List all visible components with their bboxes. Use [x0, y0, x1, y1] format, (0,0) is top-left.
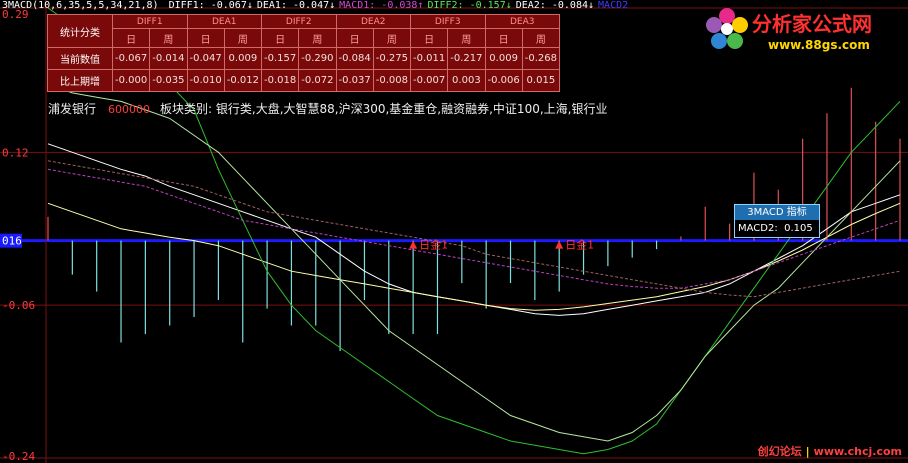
- group-header: DEA2: [335, 14, 411, 29]
- flower-logo-icon: [706, 8, 748, 49]
- tooltip-row: MACD2: 0.105: [735, 220, 819, 237]
- subheader-cell: 周: [223, 28, 263, 48]
- logo-brand: 分析家公式网: [752, 12, 872, 36]
- subheader-row: 日周日周日周日周日周日周: [48, 28, 561, 48]
- table-row: 当前数值 -0.067 -0.014 -0.047 0.009 -0.157 -0.290-…: [47, 47, 561, 70]
- table-cell: -0.290: [298, 47, 337, 70]
- y-tick-label: -0.06: [2, 299, 35, 312]
- logo-url: www.88gs.com: [768, 38, 870, 52]
- y-tick-label: -0.24: [2, 450, 35, 463]
- table-cell: -0.275: [372, 47, 412, 70]
- stock-code: 600000: [108, 103, 151, 116]
- table-cell: -0.006: [484, 69, 523, 92]
- signal-label: 日金1: [565, 238, 594, 252]
- subheader-cell: 周: [298, 28, 337, 48]
- table-row: 比上期增 -0.000 -0.035 -0.010 -0.012 -0.018 -0.072…: [47, 69, 561, 92]
- site-logo: 分析家公式网 www.88gs.com: [704, 2, 904, 56]
- y-tick-label: 016: [2, 235, 22, 248]
- table-cell: -0.018: [260, 69, 300, 92]
- subheader-cell: 日: [409, 28, 449, 48]
- subheader-cell: 周: [521, 28, 561, 48]
- group-header: DEA1: [186, 14, 262, 29]
- indicator-tooltip: 3MACD 指标 MACD2: 0.105: [734, 204, 820, 238]
- tooltip-label: MACD2:: [738, 223, 778, 234]
- table-cell: -0.084: [335, 47, 374, 70]
- header-value: DEA1: -0.047↓: [256, 0, 336, 11]
- row-label: 当前数值: [47, 47, 113, 70]
- subheader-cell: 日: [111, 28, 151, 48]
- subheader-cell: 周: [372, 28, 412, 48]
- ticker-line: 浦发银行 600000 板块类别: 银行类,大盘,大智慧88,沪深300,基金重仓,…: [48, 100, 607, 117]
- tooltip-title: 3MACD 指标: [735, 205, 819, 220]
- table-cell: 0.015: [521, 69, 561, 92]
- stock-name: 浦发银行: [48, 102, 97, 116]
- table-cell: -0.035: [149, 69, 188, 92]
- sector-list: 板块类别: 银行类,大盘,大智慧88,沪深300,基金重仓,融资融券,中证100…: [160, 102, 608, 116]
- table-cell: -0.072: [298, 69, 337, 92]
- subheader-cell: 日: [260, 28, 300, 48]
- group-header: DIFF2: [261, 14, 337, 29]
- table-cell: -0.011: [409, 47, 449, 70]
- header-value: DIFF2: -0.157↓: [427, 0, 512, 11]
- table-cell: 0.009: [484, 47, 523, 70]
- table-cell: -0.157: [260, 47, 300, 70]
- header-value: DEA2: -0.084↓: [515, 0, 595, 11]
- table-cell: 0.003: [447, 69, 486, 92]
- y-tick-label: 0.12: [2, 146, 29, 159]
- table-cell: -0.268: [521, 47, 561, 70]
- table-cell: -0.008: [372, 69, 412, 92]
- table-cell: -0.047: [186, 47, 225, 70]
- indicator-name: 3MACD(10,6,35,5,5,34,21,8): [2, 0, 159, 11]
- group-header: DIFF1: [112, 14, 188, 29]
- chart-window: 0.29 0.12 016 -0.06 -0.24 日金1 日金1 3MACD(10,6,…: [0, 0, 908, 463]
- indicator-values: DIFF1: -0.067↓ DEA1: -0.047↓ MACD1: -0.038…: [169, 0, 633, 11]
- group-header: DEA3: [484, 14, 560, 29]
- footer-url: www.chcj.com: [813, 445, 902, 458]
- table-cell: -0.037: [335, 69, 374, 92]
- footer-watermark: 创幻论坛 | www.chcj.com: [758, 443, 902, 459]
- stats-corner: 统计分类: [47, 14, 113, 48]
- table-cell: -0.217: [447, 47, 486, 70]
- table-cell: -0.012: [223, 69, 263, 92]
- group-header: DIFF3: [410, 14, 486, 29]
- indicator-header: 3MACD(10,6,35,5,5,34,21,8) DIFF1: -0.067…: [2, 0, 636, 12]
- table-cell: -0.014: [149, 47, 188, 70]
- footer-left: 创幻论坛: [757, 445, 802, 458]
- tooltip-value: 0.105: [784, 223, 813, 234]
- table-cell: -0.007: [409, 69, 449, 92]
- stats-table: 统计分类 DIFF1 DEA1 DIFF2 DEA2 DIFF3 DEA3 日周…: [47, 14, 561, 92]
- table-cell: -0.067: [111, 47, 151, 70]
- row-label: 比上期增: [47, 69, 113, 92]
- subheader-cell: 周: [447, 28, 486, 48]
- footer-separator: |: [805, 445, 810, 458]
- table-cell: 0.009: [223, 47, 263, 70]
- subheader-cell: 日: [484, 28, 523, 48]
- header-value: DIFF1: -0.067↓: [168, 0, 253, 11]
- y-axis: 0.290.12016-0.06-0.24: [0, 8, 35, 463]
- subheader-cell: 日: [186, 28, 225, 48]
- table-cell: -0.010: [186, 69, 225, 92]
- header-value: MACD2: [598, 0, 629, 11]
- signal-label: 日金1: [419, 238, 448, 252]
- subheader-cell: 周: [149, 28, 188, 48]
- subheader-cell: 日: [335, 28, 374, 48]
- table-cell: -0.000: [111, 69, 151, 92]
- header-value: MACD1: -0.038↑: [339, 0, 424, 11]
